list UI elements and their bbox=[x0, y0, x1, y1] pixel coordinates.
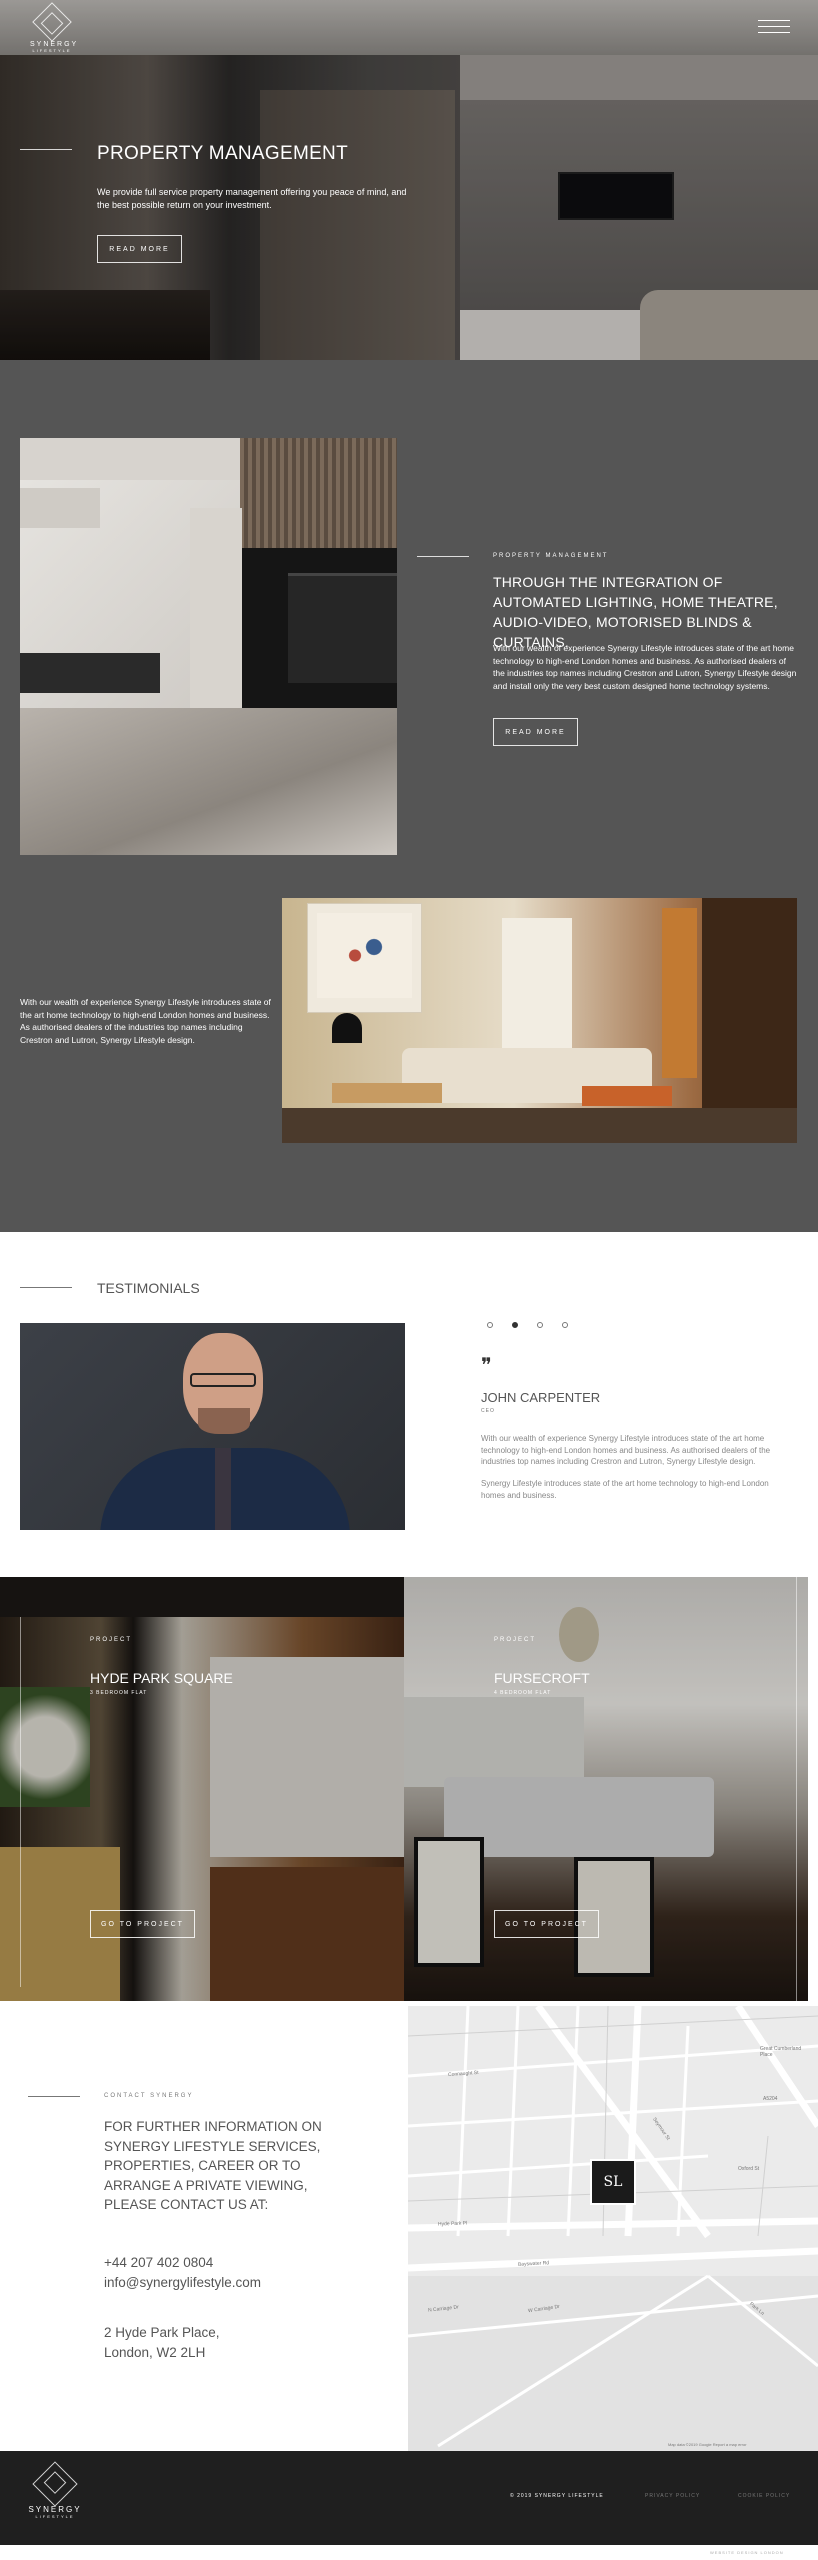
logo-icon bbox=[32, 2461, 78, 2507]
menu-icon[interactable] bbox=[758, 20, 790, 34]
footer-logo[interactable]: SYNERGY LIFESTYLE bbox=[26, 2461, 84, 2519]
map-label: A5204 bbox=[763, 2096, 778, 2102]
logo-name: SYNERGY bbox=[30, 41, 79, 48]
map-label: Oxford St bbox=[738, 2166, 760, 2172]
project-card-hyde-park[interactable] bbox=[0, 1577, 404, 2001]
contact-kicker: CONTACT SYNERGY bbox=[104, 2093, 194, 2099]
kitchen-image bbox=[20, 438, 397, 855]
footer-link-privacy[interactable]: PRIVACY POLICY bbox=[645, 2493, 700, 2499]
quote-icon: ❞ bbox=[481, 1353, 492, 1377]
contact-phone[interactable]: +44 207 402 0804 bbox=[104, 2255, 213, 2270]
feature-text: With our wealth of experience Synergy Li… bbox=[493, 643, 797, 691]
testimonials-title: TESTIMONIALS bbox=[97, 1280, 200, 1296]
header-logo[interactable]: SYNERGY LIFESTYLE bbox=[30, 2, 79, 53]
testimonial-role: CEO bbox=[481, 1408, 495, 1414]
testimonial-photo bbox=[20, 1323, 405, 1530]
map-label: Great Cumberland Place bbox=[760, 2046, 802, 2058]
hero-rule bbox=[20, 149, 72, 150]
pagination-dot[interactable] bbox=[487, 1322, 493, 1328]
testimonial-name: JOHN CARPENTER bbox=[481, 1390, 601, 1405]
hero-text: We provide full service property managem… bbox=[97, 187, 407, 210]
logo-sub: LIFESTYLE bbox=[32, 48, 72, 53]
footer-link-cookie[interactable]: COOKIE POLICY bbox=[738, 2493, 790, 2499]
contact-heading: FOR FURTHER INFORMATION ON SYNERGY LIFES… bbox=[104, 2119, 322, 2212]
testimonial-pagination bbox=[487, 1322, 568, 1328]
project-card-fursecroft[interactable] bbox=[404, 1577, 808, 2001]
feature-text-2: With our wealth of experience Synergy Li… bbox=[20, 997, 271, 1045]
pagination-dot-active[interactable] bbox=[512, 1322, 518, 1328]
footer-credit[interactable]: WEBSITE DESIGN LONDON bbox=[710, 2550, 784, 2555]
feature-read-more-button[interactable]: READ MORE bbox=[493, 718, 578, 746]
project-title-2: FURSECROFT bbox=[494, 1670, 590, 1686]
map-label: Hyde Park Pl bbox=[437, 2220, 468, 2228]
project-kicker: PROJECT bbox=[90, 1637, 133, 1643]
project-title: HYDE PARK SQUARE bbox=[90, 1670, 233, 1686]
location-map[interactable]: Hyde Park Pl Bayswater Rd Connaught St O… bbox=[408, 2006, 818, 2451]
project-subtitle-2: 4 BEDROOM FLAT bbox=[494, 1690, 552, 1696]
testimonial-text-2: Synergy Lifestyle introduces state of th… bbox=[481, 1479, 769, 1500]
project-subtitle: 3 BEDROOM FLAT bbox=[90, 1690, 148, 1696]
logo-icon bbox=[32, 2, 72, 42]
project-kicker-2: PROJECT bbox=[494, 1637, 537, 1643]
pagination-dot[interactable] bbox=[562, 1322, 568, 1328]
sub-footer bbox=[0, 2545, 818, 2560]
project-go-button-2[interactable]: GO TO PROJECT bbox=[494, 1910, 599, 1938]
hero-read-more-button[interactable]: READ MORE bbox=[97, 235, 182, 263]
map-marker-icon[interactable]: SL bbox=[590, 2159, 636, 2205]
hero-title: PROPERTY MANAGEMENT bbox=[97, 143, 348, 164]
living-room-image bbox=[282, 898, 797, 1143]
hero-section bbox=[0, 0, 818, 360]
logo-sub: LIFESTYLE bbox=[35, 2514, 75, 2519]
project-go-button[interactable]: GO TO PROJECT bbox=[90, 1910, 195, 1938]
contact-email[interactable]: info@synergylifestyle.com bbox=[104, 2275, 261, 2290]
feature-heading: THROUGH THE INTEGRATION OF AUTOMATED LIG… bbox=[493, 574, 778, 650]
testimonial-text: With our wealth of experience Synergy Li… bbox=[481, 1434, 771, 1466]
footer-copyright: © 2019 SYNERGY LIFESTYLE bbox=[510, 2493, 604, 2499]
contact-address-2: London, W2 2LH bbox=[104, 2345, 206, 2360]
pagination-dot[interactable] bbox=[537, 1322, 543, 1328]
contact-address-1: 2 Hyde Park Place, bbox=[104, 2325, 220, 2340]
map-attribution[interactable]: Map data ©2019 Google Report a map error bbox=[668, 2442, 747, 2447]
feature-kicker: PROPERTY MANAGEMENT bbox=[493, 553, 609, 559]
